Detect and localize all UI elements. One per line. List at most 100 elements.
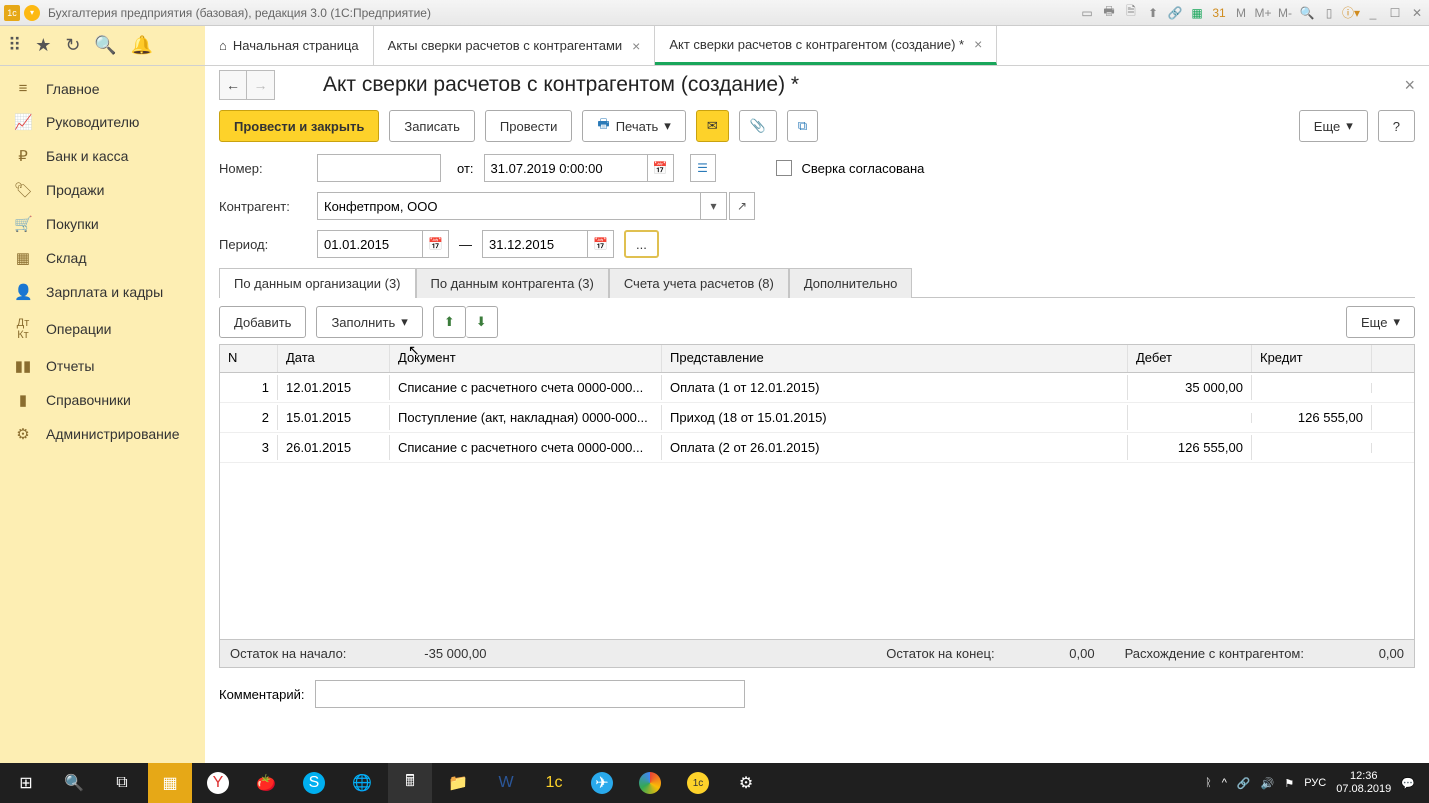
- minimize-icon[interactable]: _: [1365, 5, 1381, 21]
- sidebar-item-manager[interactable]: 📈Руководителю: [0, 105, 205, 139]
- calendar-icon[interactable]: ▦: [1189, 5, 1205, 21]
- taskbar-app[interactable]: W: [484, 763, 528, 803]
- tab-accounts[interactable]: Счета учета расчетов (8): [609, 268, 789, 298]
- taskbar-app[interactable]: 🍅: [244, 763, 288, 803]
- titlebar-icon[interactable]: ▭: [1079, 5, 1095, 21]
- taskbar-app[interactable]: 🖩: [388, 763, 432, 803]
- sidebar-item-sales[interactable]: 🏷Продажи: [0, 173, 205, 207]
- panel-icon[interactable]: ▯: [1321, 5, 1337, 21]
- tab-extra[interactable]: Дополнительно: [789, 268, 913, 298]
- search-icon[interactable]: 🔍: [94, 35, 116, 56]
- sidebar-item-refs[interactable]: ▮Справочники: [0, 383, 205, 417]
- mminus-icon[interactable]: M-: [1277, 5, 1293, 21]
- tray-notifications-icon[interactable]: 💬: [1401, 777, 1415, 790]
- print-button[interactable]: 🖶Печать▾: [582, 110, 685, 142]
- tray-icon[interactable]: ᚱ: [1205, 777, 1212, 789]
- close-page-button[interactable]: ×: [1404, 75, 1415, 96]
- email-button[interactable]: ✉: [696, 110, 729, 142]
- fill-button[interactable]: Заполнить ▾: [316, 306, 422, 338]
- tray-link-icon[interactable]: 🔗: [1237, 777, 1251, 790]
- apps-icon[interactable]: ⠿: [8, 35, 21, 56]
- taskbar-app[interactable]: 1c: [676, 763, 720, 803]
- post-and-close-button[interactable]: Провести и закрыть: [219, 110, 379, 142]
- calendar-button[interactable]: 📅: [588, 230, 614, 258]
- m-icon[interactable]: M: [1233, 5, 1249, 21]
- start-button[interactable]: ⊞: [4, 763, 48, 803]
- mplus-icon[interactable]: M+: [1255, 5, 1271, 21]
- taskview-button[interactable]: ⧉: [100, 763, 144, 803]
- counterparty-input[interactable]: Конфетпром, ООО: [317, 192, 701, 220]
- nav-forward-button[interactable]: →: [247, 70, 275, 100]
- sidebar-item-main[interactable]: ≡Главное: [0, 72, 205, 105]
- attach-button[interactable]: 📎: [739, 110, 777, 142]
- sidebar-item-reports[interactable]: ▮▮Отчеты: [0, 349, 205, 383]
- taskbar-app[interactable]: 1c: [532, 763, 576, 803]
- calendar-button[interactable]: 📅: [648, 154, 674, 182]
- period-from-input[interactable]: 01.01.2015: [317, 230, 423, 258]
- open-button[interactable]: ↗: [729, 192, 755, 220]
- zoom-icon[interactable]: 🔍: [1299, 5, 1315, 21]
- date-icon[interactable]: 31: [1211, 5, 1227, 21]
- maximize-icon[interactable]: ☐: [1387, 5, 1403, 21]
- link-icon[interactable]: 🔗: [1167, 5, 1183, 21]
- taskbar-app[interactable]: [628, 763, 672, 803]
- table-row[interactable]: 1 12.01.2015 Списание с расчетного счета…: [220, 373, 1414, 403]
- agreed-checkbox[interactable]: [776, 160, 792, 176]
- move-down-button[interactable]: ⬇: [466, 306, 498, 338]
- calendar-button[interactable]: 📅: [423, 230, 449, 258]
- number-input[interactable]: [317, 154, 441, 182]
- tab-org-data[interactable]: По данным организации (3): [219, 268, 416, 298]
- nav-back-button[interactable]: ←: [219, 70, 247, 100]
- print-icon[interactable]: 🖶: [1101, 5, 1117, 21]
- col-doc[interactable]: Документ: [390, 345, 662, 372]
- move-up-button[interactable]: ⬆: [433, 306, 466, 338]
- table-row[interactable]: 2 15.01.2015 Поступление (акт, накладная…: [220, 403, 1414, 433]
- taskbar-app[interactable]: 📁: [436, 763, 480, 803]
- add-button[interactable]: Добавить: [219, 306, 306, 338]
- tab-act-create[interactable]: Акт сверки расчетов с контрагентом (созд…: [655, 26, 997, 65]
- table-row[interactable]: 3 26.01.2015 Списание с расчетного счета…: [220, 433, 1414, 463]
- taskbar-app[interactable]: Y: [196, 763, 240, 803]
- sidebar-item-purchases[interactable]: 🛒Покупки: [0, 207, 205, 241]
- tray-up-icon[interactable]: ^: [1222, 777, 1227, 789]
- dropdown-button[interactable]: ▾: [701, 192, 727, 220]
- sidebar-item-bank[interactable]: ₽Банк и касса: [0, 139, 205, 173]
- close-icon[interactable]: ×: [632, 38, 640, 54]
- help-button[interactable]: ?: [1378, 110, 1415, 142]
- col-cre[interactable]: Кредит: [1252, 345, 1372, 372]
- post-button[interactable]: Провести: [485, 110, 573, 142]
- sidebar-item-hr[interactable]: 👤Зарплата и кадры: [0, 275, 205, 309]
- comment-input[interactable]: [315, 680, 745, 708]
- favorite-icon[interactable]: ★: [35, 35, 51, 56]
- tab-home[interactable]: ⌂ Начальная страница: [205, 26, 374, 65]
- tab-counterparty-data[interactable]: По данным контрагента (3): [416, 268, 609, 298]
- col-rep[interactable]: Представление: [662, 345, 1128, 372]
- period-to-input[interactable]: 31.12.2015: [482, 230, 588, 258]
- sidebar-item-admin[interactable]: ⚙Администрирование: [0, 417, 205, 451]
- taskbar-app[interactable]: 🌐: [340, 763, 384, 803]
- save-button[interactable]: Записать: [389, 110, 475, 142]
- close-window-icon[interactable]: ✕: [1409, 5, 1425, 21]
- col-n[interactable]: N: [220, 345, 278, 372]
- taskbar-app[interactable]: ✈: [580, 763, 624, 803]
- date-input[interactable]: 31.07.2019 0:00:00: [484, 154, 648, 182]
- sidebar-item-warehouse[interactable]: ▦Склад: [0, 241, 205, 275]
- app-menu-dropdown[interactable]: ▾: [24, 5, 40, 21]
- history-icon[interactable]: ↻: [65, 35, 80, 56]
- tray-flag-icon[interactable]: ⚑: [1284, 777, 1294, 790]
- search-button[interactable]: 🔍: [52, 763, 96, 803]
- structure-button[interactable]: ⧉: [787, 110, 818, 142]
- sidebar-item-operations[interactable]: ДтКтОперации: [0, 309, 205, 349]
- col-deb[interactable]: Дебет: [1128, 345, 1252, 372]
- tab-acts-list[interactable]: Акты сверки расчетов с контрагентами ×: [374, 26, 656, 65]
- extra-button[interactable]: ☰: [690, 154, 716, 182]
- tray-volume-icon[interactable]: 🔊: [1261, 777, 1275, 790]
- table-more-button[interactable]: Еще ▾: [1346, 306, 1415, 338]
- bell-icon[interactable]: 🔔: [131, 35, 153, 56]
- tray-clock[interactable]: 12:36 07.08.2019: [1336, 770, 1391, 796]
- more-button[interactable]: Еще ▾: [1299, 110, 1368, 142]
- doc-icon[interactable]: 🗎: [1123, 5, 1139, 21]
- tray-lang[interactable]: РУС: [1304, 777, 1326, 789]
- period-picker-button[interactable]: ...: [624, 230, 659, 258]
- taskbar-app[interactable]: ⚙: [724, 763, 768, 803]
